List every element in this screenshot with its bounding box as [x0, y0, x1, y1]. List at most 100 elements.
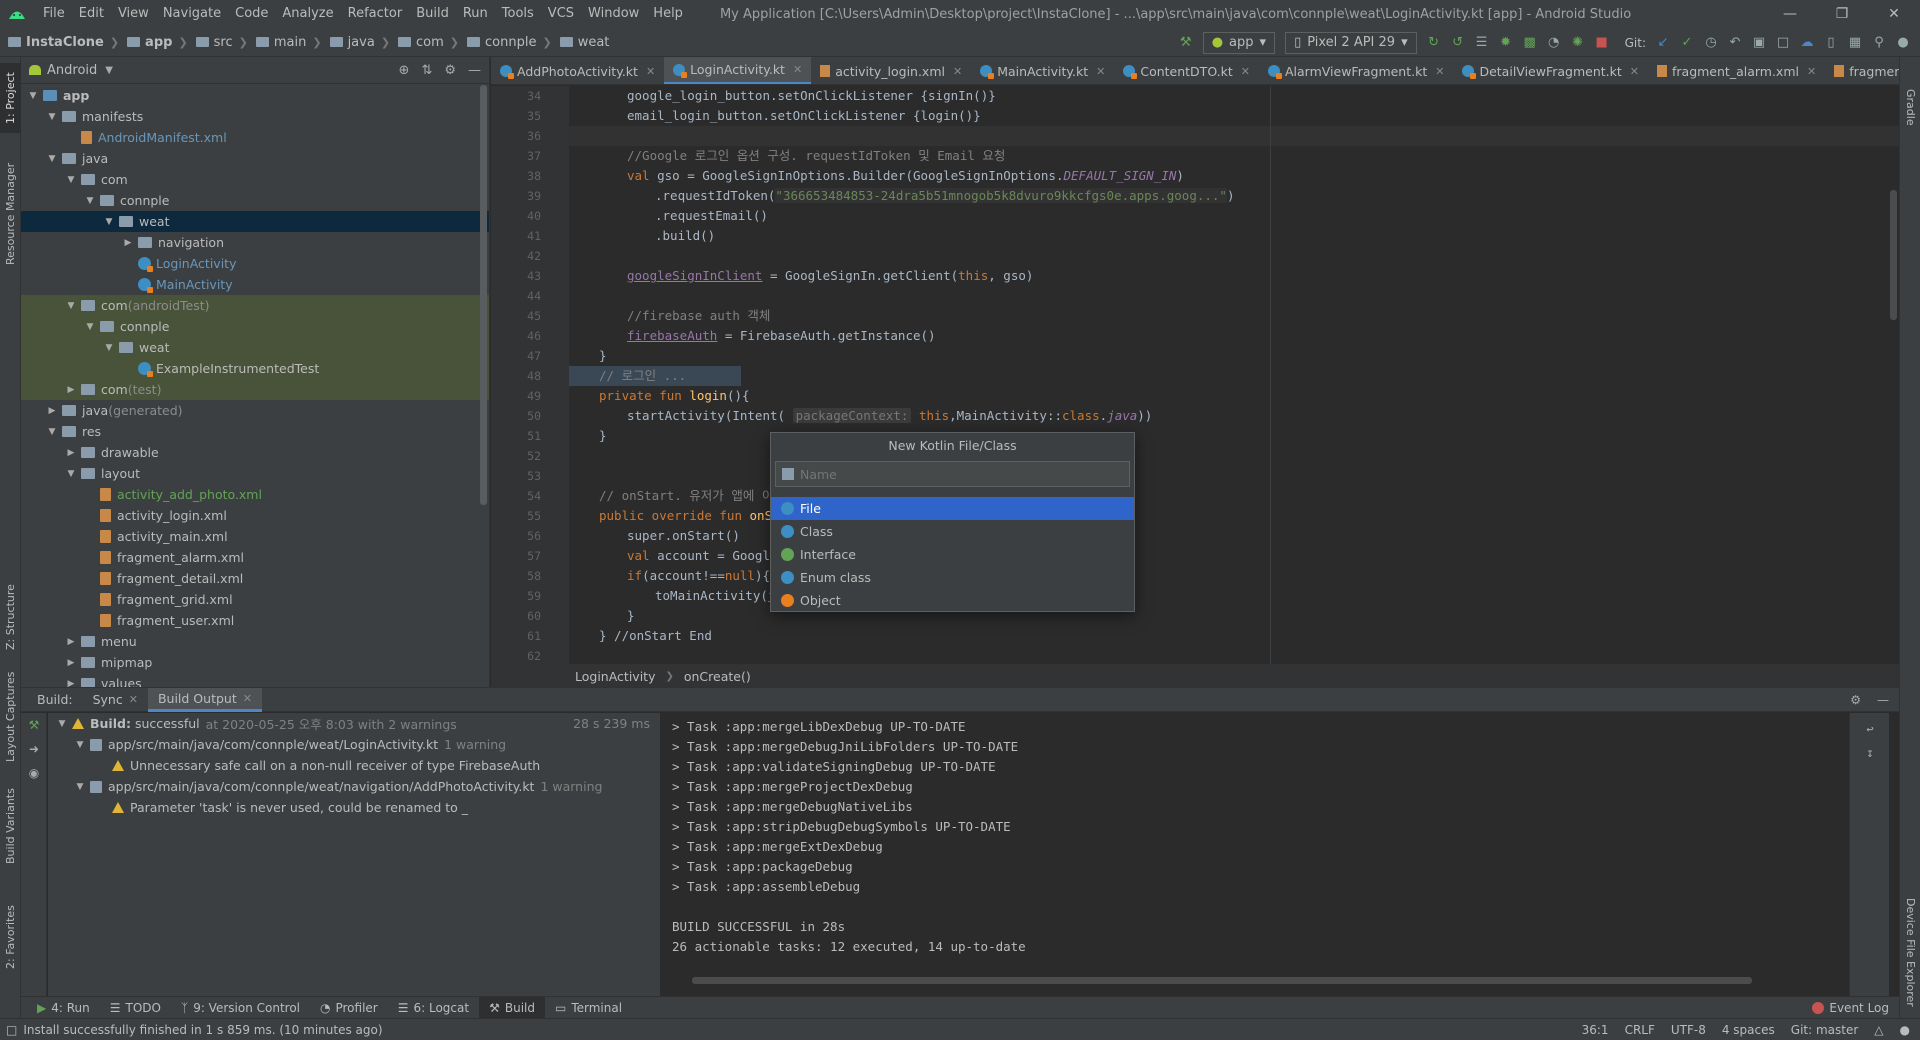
tab-sync[interactable]: Sync ✕	[83, 688, 148, 712]
tool-tab-layout-captures[interactable]: Layout Captures	[0, 669, 21, 765]
close-icon[interactable]: ✕	[129, 693, 138, 706]
tool-tab-project[interactable]: 1: Project	[0, 63, 21, 133]
chevron-down-icon[interactable]: ▼	[46, 427, 58, 437]
tree-item[interactable]: ▼ manifests	[21, 106, 489, 127]
tree-item[interactable]: ▼ app	[21, 85, 489, 106]
editor-tab[interactable]: LoginActivity.kt ✕	[664, 57, 812, 84]
soft-wrap-icon[interactable]: ↩	[1850, 717, 1889, 741]
menu-code[interactable]: Code	[228, 0, 275, 28]
tree-item[interactable]: ▶ java (generated)	[21, 400, 489, 421]
tool-tab-todo[interactable]: ☰ TODO	[100, 997, 171, 1019]
menu-tools[interactable]: Tools	[495, 0, 541, 28]
status-panel-icon[interactable]: □	[6, 1023, 17, 1037]
tree-item[interactable]: ▼ com (androidTest)	[21, 295, 489, 316]
git-branch[interactable]: Git: master	[1791, 1023, 1859, 1037]
editor-tab[interactable]: fragment_grid.xml✕	[1825, 57, 1899, 84]
tree-item[interactable]: ExampleInstrumentedTest	[21, 358, 489, 379]
close-icon[interactable]: ✕	[793, 63, 802, 76]
tree-item[interactable]: fragment_alarm.xml	[21, 547, 489, 568]
git-update-icon[interactable]: ↙	[1652, 32, 1674, 54]
chevron-right-icon[interactable]: ▶	[65, 679, 77, 688]
chevron-down-icon[interactable]: ▼	[74, 740, 86, 750]
tool-tab-gradle[interactable]: Gradle	[1900, 77, 1920, 137]
debug-icon[interactable]: ✹	[1495, 32, 1517, 54]
editor-tab[interactable]: ContentDTO.kt ✕	[1114, 57, 1259, 84]
sdk-manager-icon[interactable]: □	[1772, 32, 1794, 54]
tree-item[interactable]: ▶ menu	[21, 631, 489, 652]
tool-tab-build[interactable]: ⚒ Build	[479, 996, 545, 1019]
tree-item[interactable]: activity_login.xml	[21, 505, 489, 526]
tab-build-output[interactable]: Build Output ✕	[147, 687, 262, 712]
chevron-down-icon[interactable]: ▼	[27, 91, 39, 101]
kind-option[interactable]: Object	[771, 589, 1134, 612]
event-log-button[interactable]: Event Log	[1812, 997, 1889, 1019]
attach-debugger-icon[interactable]: ✺	[1567, 32, 1589, 54]
profiler-icon[interactable]: ◔	[1543, 32, 1565, 54]
tree-item[interactable]: ▼ com	[21, 169, 489, 190]
tree-item[interactable]: ▶ navigation	[21, 232, 489, 253]
scroll-to-end-icon[interactable]: ↧	[1850, 741, 1889, 765]
tree-item[interactable]: ▼ connple	[21, 316, 489, 337]
chevron-down-icon[interactable]: ▼	[74, 782, 86, 792]
hammer-icon[interactable]: ⚒	[21, 713, 47, 737]
stop-icon[interactable]: ■	[1591, 32, 1613, 54]
name-input[interactable]	[800, 466, 1120, 482]
tool-tab-logcat[interactable]: ☰ 6: Logcat	[388, 997, 479, 1019]
chevron-right-icon[interactable]: ▶	[65, 637, 77, 647]
tool-tab-structure[interactable]: Z: Structure	[0, 577, 21, 657]
project-view-select[interactable]: Android	[47, 63, 97, 78]
breadcrumb-method[interactable]: onCreate()	[684, 669, 751, 684]
lock-icon[interactable]: △	[1874, 1023, 1883, 1037]
close-icon[interactable]: ✕	[953, 65, 962, 78]
indent-setting[interactable]: 4 spaces	[1722, 1023, 1775, 1037]
editor-tab[interactable]: activity_login.xml ✕	[811, 57, 971, 84]
kind-option[interactable]: File	[771, 497, 1134, 520]
locate-icon[interactable]: ⊕	[399, 63, 410, 78]
git-rollback-icon[interactable]: ↶	[1724, 32, 1746, 54]
gear-icon[interactable]: ⚙	[444, 63, 456, 78]
close-icon[interactable]: ✕	[646, 65, 655, 78]
chevron-down-icon[interactable]: ▼	[65, 469, 77, 479]
git-history-icon[interactable]: ◷	[1700, 32, 1722, 54]
close-icon[interactable]: ✕	[243, 692, 252, 705]
output-horizontal-scrollbar[interactable]	[692, 977, 1752, 984]
tree-item[interactable]: ▼ java	[21, 148, 489, 169]
breadcrumb-class[interactable]: LoginActivity	[575, 669, 655, 684]
tool-tab-version-control[interactable]: ᛉ 9: Version Control	[171, 997, 310, 1019]
editor-tab[interactable]: AddPhotoActivity.kt ✕	[491, 57, 664, 84]
status-message[interactable]: Install successfully finished in 1 s 859…	[23, 1023, 382, 1037]
project-structure-icon[interactable]: ▣	[1748, 32, 1770, 54]
restore-icon[interactable]: ❐	[1816, 0, 1868, 28]
close-window-icon[interactable]: ✕	[1868, 0, 1920, 28]
avd-manager-icon[interactable]: ▯	[1820, 32, 1842, 54]
build-root-row[interactable]: ▼ Build: successful at 2020-05-25 오후 8:0…	[48, 713, 660, 734]
breadcrumb-app[interactable]: app ❯	[119, 35, 188, 50]
chevron-down-icon[interactable]: ▼	[46, 154, 58, 164]
menu-refactor[interactable]: Refactor	[341, 0, 410, 28]
tree-item[interactable]: ▶ drawable	[21, 442, 489, 463]
apply-changes-icon[interactable]: ↻	[1423, 32, 1445, 54]
menu-view[interactable]: View	[111, 0, 156, 28]
code-line-48-folded[interactable]: // 로그인 ...	[569, 366, 741, 386]
run-config-select[interactable]: ● app ▾	[1202, 31, 1276, 54]
chevron-right-icon[interactable]: ▶	[46, 406, 58, 416]
editor-tab[interactable]: AlarmViewFragment.kt ✕	[1259, 57, 1453, 84]
chevron-right-icon[interactable]: ▶	[65, 658, 77, 668]
close-icon[interactable]: ✕	[1096, 65, 1105, 78]
tree-item[interactable]: ▶ values	[21, 673, 489, 688]
search-icon[interactable]: ⚲	[1868, 32, 1890, 54]
chevron-down-icon[interactable]: ▼	[103, 343, 115, 353]
tool-tab-profiler[interactable]: ◔ Profiler	[310, 997, 388, 1019]
tree-item[interactable]: ▼ connple	[21, 190, 489, 211]
minimize-icon[interactable]: —	[1764, 0, 1816, 28]
tree-item[interactable]: ▼ res	[21, 421, 489, 442]
sync-gradle-icon[interactable]: ☁	[1796, 32, 1818, 54]
editor-scrollbar[interactable]	[1890, 190, 1897, 320]
code-editor[interactable]: google_login_button.setOnClickListener {…	[569, 86, 1899, 664]
hide-panel-icon[interactable]: —	[468, 63, 481, 78]
breadcrumb-project[interactable]: InstaClone ❯	[0, 35, 119, 50]
tree-item[interactable]: ▶ mipmap	[21, 652, 489, 673]
tool-tab-run[interactable]: ▶ 4: Run	[27, 997, 100, 1019]
tree-item[interactable]: activity_main.xml	[21, 526, 489, 547]
tree-item[interactable]: LoginActivity	[21, 253, 489, 274]
